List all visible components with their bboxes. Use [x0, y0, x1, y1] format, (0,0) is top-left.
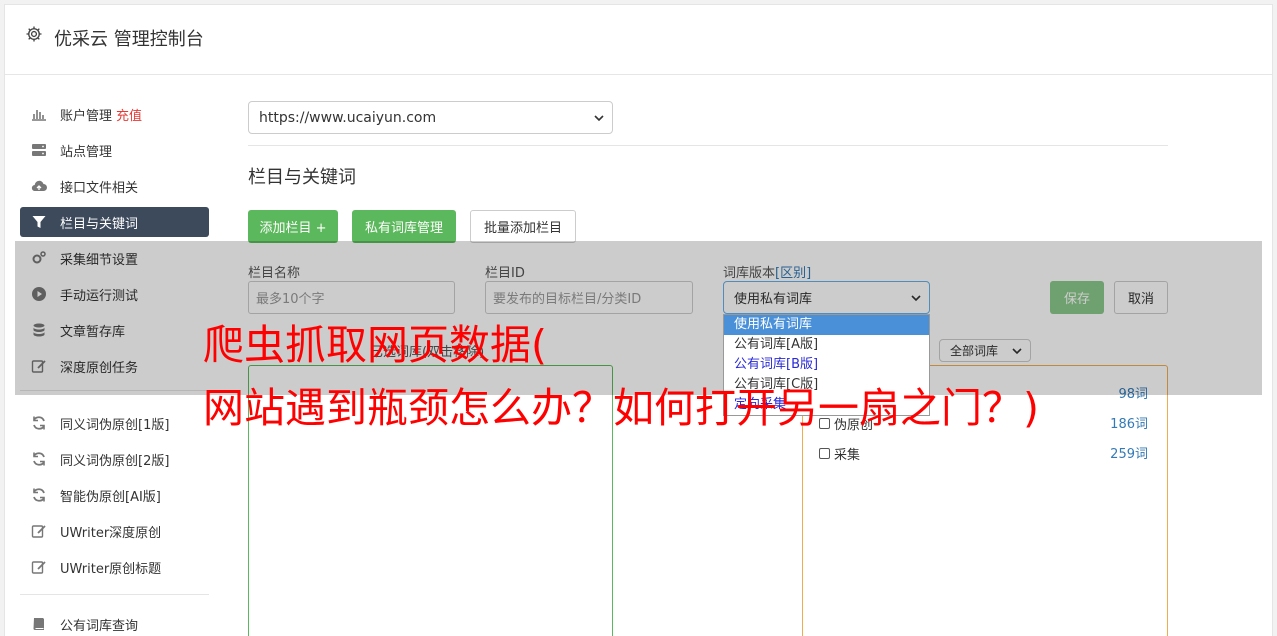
site-select[interactable]: https://www.ucaiyun.com	[248, 101, 613, 134]
server-icon	[31, 142, 47, 158]
sidebar-item-label: 同义词伪原创[1版]	[60, 417, 170, 433]
bar-chart-icon	[31, 106, 47, 122]
divider	[248, 145, 1168, 146]
chevron-down-icon	[594, 115, 604, 122]
sidebar-item-label: UWriter原创标题	[60, 561, 162, 577]
refresh-icon	[31, 415, 47, 431]
wordlist-row[interactable]: 采集	[819, 444, 860, 463]
sidebar-item-label: 接口文件相关	[60, 180, 139, 196]
sidebar-item-uwriter-title[interactable]: UWriter原创标题	[20, 552, 209, 582]
site-select-value: https://www.ucaiyun.com	[259, 109, 437, 126]
sidebar-item-label: 公有词库查询	[60, 618, 139, 634]
filter-icon	[31, 214, 47, 230]
sidebar-item-public-lib[interactable]: 公有词库查询	[20, 609, 209, 636]
dropdown-option[interactable]: 公有词库[A版]	[724, 335, 929, 355]
recharge-link[interactable]: 充值	[116, 105, 142, 124]
watermark-line1: 爬虫抓取网页数据(	[203, 321, 547, 369]
sidebar-item-uwriter-deep[interactable]: UWriter深度原创	[20, 516, 209, 546]
edit-icon	[31, 523, 47, 539]
refresh-icon	[31, 487, 47, 503]
refresh-icon	[31, 451, 47, 467]
add-column-button[interactable]: 添加栏目 +	[248, 210, 338, 243]
checkbox[interactable]	[819, 448, 830, 459]
private-lib-button[interactable]: 私有词库管理	[352, 210, 456, 243]
sidebar-item-synonym-v2[interactable]: 同义词伪原创[2版]	[20, 444, 209, 474]
sidebar-item-interface[interactable]: 接口文件相关	[20, 171, 209, 201]
sidebar-item-label: 同义词伪原创[2版]	[60, 453, 170, 469]
sidebar-item-ai-original[interactable]: 智能伪原创[AI版]	[20, 480, 209, 510]
sidebar-item-columns[interactable]: 栏目与关键词	[20, 207, 209, 237]
wordlist-count: 259词	[1110, 447, 1148, 462]
sidebar-item-label: 站点管理	[60, 144, 113, 160]
sidebar-item-label: 智能伪原创[AI版]	[60, 489, 161, 505]
sidebar-item-label: UWriter深度原创	[60, 525, 162, 541]
cloud-upload-icon	[31, 178, 47, 194]
header-bar: 优采云 管理控制台	[5, 5, 1272, 75]
watermark-line2: 网站遇到瓶颈怎么办？如何打开另一扇之门？)	[203, 384, 1039, 432]
sidebar-item-label: 账户管理	[60, 108, 113, 124]
sidebar-item-account[interactable]: 账户管理 充值	[20, 99, 209, 129]
book-icon	[31, 616, 47, 632]
sidebar-item-label: 栏目与关键词	[60, 216, 139, 232]
wordlist-count: 186词	[1110, 417, 1148, 432]
dropdown-option[interactable]: 公有词库[B版]	[724, 355, 929, 375]
gear-icon	[26, 26, 42, 42]
page-title: 优采云 管理控制台	[54, 29, 204, 50]
sidebar-divider	[20, 594, 209, 595]
wordlist-label: 采集	[834, 448, 861, 463]
edit-icon	[31, 559, 47, 575]
sidebar-item-sites[interactable]: 站点管理	[20, 135, 209, 165]
section-title: 栏目与关键词	[248, 167, 356, 188]
overlay-band	[15, 241, 1262, 395]
batch-add-button[interactable]: 批量添加栏目	[470, 210, 576, 243]
sidebar-item-synonym-v1[interactable]: 同义词伪原创[1版]	[20, 408, 209, 438]
dropdown-option[interactable]: 使用私有词库	[724, 315, 929, 335]
